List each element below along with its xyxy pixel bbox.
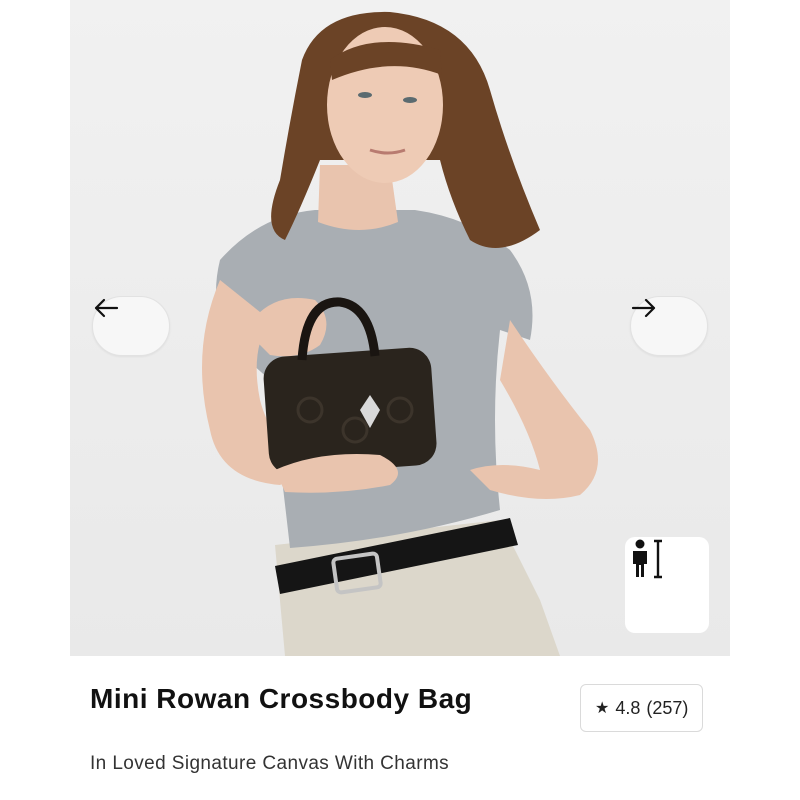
product-subtitle: In Loved Signature Canvas With Charms: [90, 753, 450, 774]
arrow-right-icon: [631, 298, 656, 318]
next-image-button[interactable]: [630, 296, 708, 356]
rating-badge[interactable]: ★ 4.8 (257): [580, 684, 704, 732]
product-title: Mini Rowan Crossbody Bag: [90, 683, 473, 714]
star-icon: ★: [595, 700, 610, 717]
product-image-gallery[interactable]: [70, 0, 730, 656]
review-count: (257): [646, 697, 689, 718]
arrow-left-icon: [94, 298, 119, 318]
product-info: Mini Rowan Crossbody Bag In Loved Signat…: [70, 656, 730, 800]
person-height-icon: [633, 539, 662, 579]
previous-image-button[interactable]: [92, 296, 170, 356]
product-card: Mini Rowan Crossbody Bag In Loved Signat…: [70, 0, 730, 800]
rating-value: 4.8: [615, 697, 641, 718]
size-guide-button[interactable]: [625, 537, 709, 633]
